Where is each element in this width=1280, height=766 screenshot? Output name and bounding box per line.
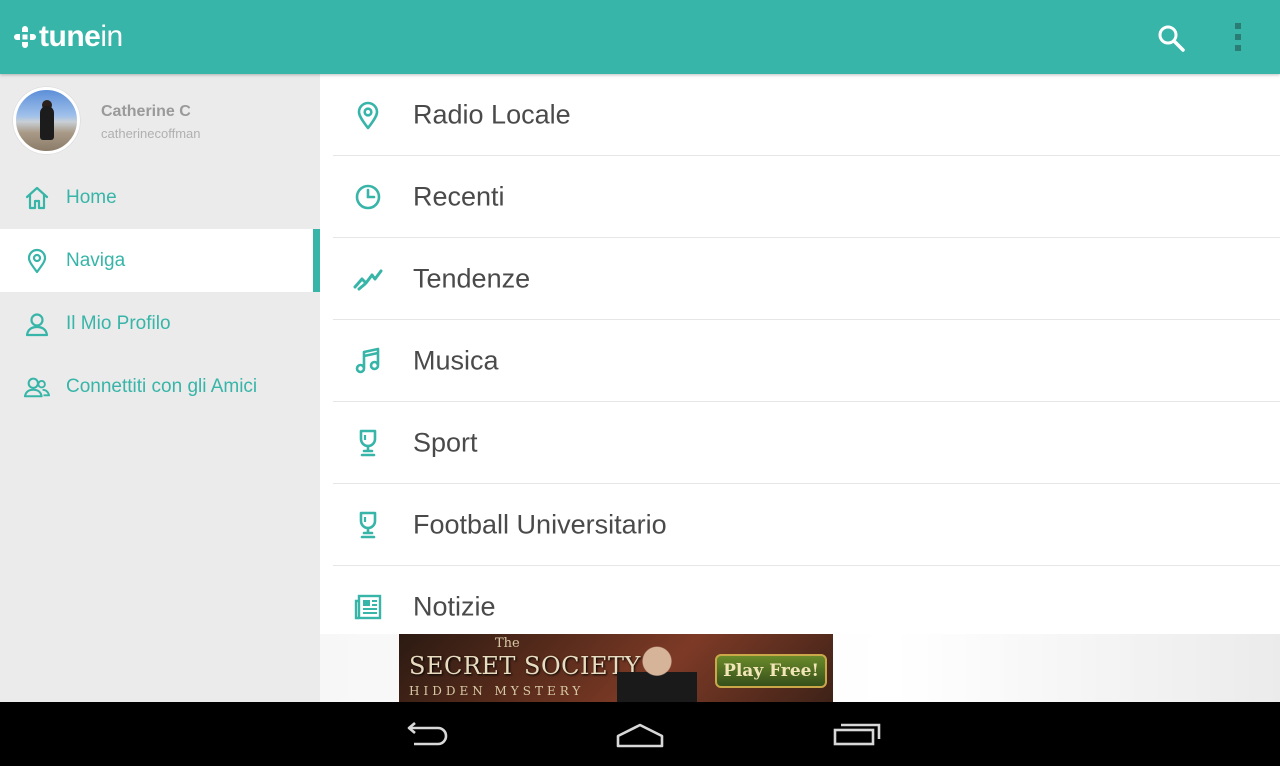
person-icon: [24, 311, 50, 337]
trophy-icon: [353, 510, 383, 540]
avatar[interactable]: [13, 87, 80, 154]
ad-play-free-button[interactable]: Play Free!: [715, 654, 827, 688]
system-navigation-bar: [0, 702, 1280, 766]
sidebar-item-naviga[interactable]: Naviga: [0, 229, 320, 292]
sidebar-item-label: Il Mio Profilo: [66, 312, 171, 334]
back-icon: [407, 722, 448, 746]
sidebar-item-label: Naviga: [66, 249, 126, 271]
tunein-logo[interactable]: tunein: [14, 20, 123, 54]
top-app-bar: tunein: [0, 0, 1280, 74]
avatar-photo-figure: [40, 106, 54, 140]
location-pin-icon: [353, 100, 383, 130]
sidebar-item-amici[interactable]: Connettiti con gli Amici: [0, 355, 320, 418]
list-item-label: Football Universitario: [413, 509, 667, 539]
ad-small-text: The: [495, 636, 520, 651]
search-icon: [1158, 25, 1185, 52]
sidebar-item-home[interactable]: Home: [0, 166, 320, 229]
list-item-radio-locale[interactable]: Radio Locale: [333, 74, 1280, 156]
list-item-label: Sport: [413, 427, 478, 457]
home-outline-icon: [616, 723, 664, 748]
home-button[interactable]: [610, 716, 670, 752]
overflow-menu-button[interactable]: [1222, 18, 1254, 56]
recent-apps-button[interactable]: [827, 716, 887, 752]
profile-username: catherinecoffman: [101, 126, 201, 141]
profile-name: Catherine C: [101, 103, 191, 120]
list-item-label: Recenti: [413, 181, 505, 211]
recent-apps-icon: [833, 723, 881, 746]
list-item-musica[interactable]: Musica: [333, 320, 1280, 402]
back-button[interactable]: [394, 716, 454, 752]
trophy-icon: [353, 428, 383, 458]
list-item-label: Tendenze: [413, 263, 531, 293]
friends-icon: [24, 374, 50, 400]
list-item-football-universitario[interactable]: Football Universitario: [333, 484, 1280, 566]
sidebar-item-label: Home: [66, 186, 117, 208]
sidebar-item-profilo[interactable]: Il Mio Profilo: [0, 292, 320, 355]
list-item-tendenze[interactable]: Tendenze: [333, 238, 1280, 320]
search-button[interactable]: [1153, 20, 1189, 56]
list-item-recenti[interactable]: Recenti: [333, 156, 1280, 238]
clock-icon: [353, 182, 383, 212]
list-item-label: Radio Locale: [413, 99, 571, 129]
more-vert-icon: [1235, 23, 1241, 51]
active-indicator: [313, 229, 320, 292]
logo-in: in: [100, 20, 123, 53]
list-item-label: Musica: [413, 345, 499, 375]
ad-title: SECRET SOCIETY: [409, 652, 641, 680]
tunein-logo-icon: [14, 26, 36, 48]
browse-list: Radio Locale Recenti Tendenze Musica Spo…: [320, 74, 1280, 634]
newspaper-icon: [353, 592, 383, 622]
location-pin-icon: [24, 248, 50, 274]
profile-header[interactable]: Catherine C catherinecoffman: [0, 74, 320, 166]
navigation-drawer: Catherine C catherinecoffman Home Naviga…: [0, 74, 320, 702]
tunein-logo-text: tunein: [39, 20, 123, 54]
list-item-sport[interactable]: Sport: [333, 402, 1280, 484]
home-icon: [24, 185, 50, 211]
trending-icon: [353, 264, 383, 294]
music-note-icon: [353, 346, 383, 376]
sidebar-item-label: Connettiti con gli Amici: [66, 375, 258, 397]
logo-tune: tune: [39, 20, 101, 53]
ad-banner[interactable]: The SECRET SOCIETY HIDDEN MYSTERY Play F…: [399, 634, 833, 702]
list-item-label: Notizie: [413, 591, 496, 622]
ad-subtitle: HIDDEN MYSTERY: [409, 684, 585, 698]
ad-illustration: [617, 634, 697, 702]
